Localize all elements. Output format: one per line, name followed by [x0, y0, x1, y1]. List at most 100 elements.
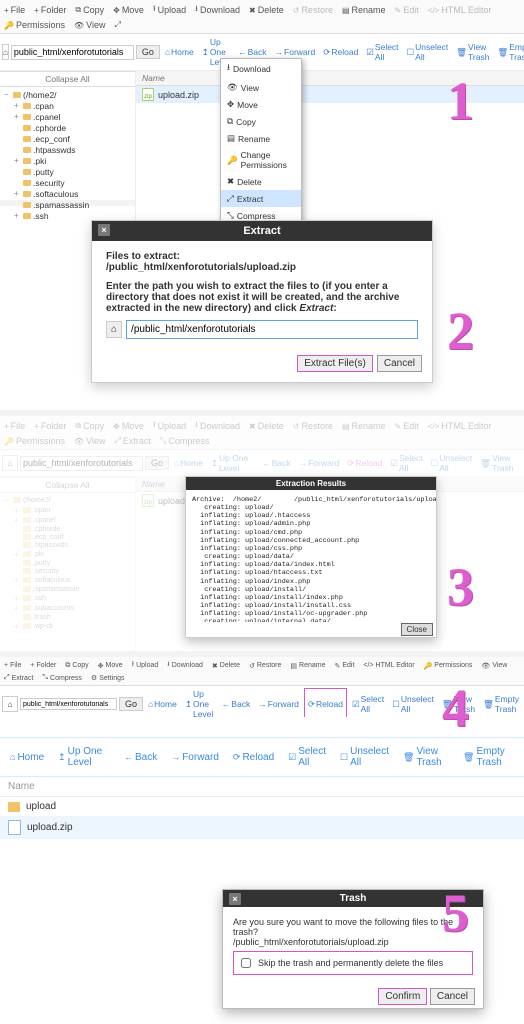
nav-reload[interactable]: ⟳Reload [320, 36, 361, 68]
tree-item[interactable]: .ecp_conf [4, 533, 131, 541]
tree-item[interactable]: +.ssh [4, 593, 131, 603]
trash-icon: 🗑 [456, 47, 467, 58]
file-button[interactable]: +File [0, 4, 29, 16]
results-title: Extraction Results [186, 477, 436, 490]
delete-button[interactable]: ✖Delete [245, 4, 288, 16]
rename-icon: ▤ [227, 133, 235, 144]
ctx-rename[interactable]: ▤Rename [221, 130, 301, 147]
close-icon[interactable]: × [229, 893, 241, 905]
nav-home-large[interactable]: ⌂Home [6, 744, 48, 770]
plus-icon: + [34, 6, 39, 15]
view-button[interactable]: 👁View [70, 19, 110, 31]
tree-item[interactable]: .spamassassin [4, 585, 131, 593]
upload-icon: ⭱ [153, 3, 156, 17]
tree-item[interactable]: .putty [4, 559, 131, 567]
skip-trash-checkbox[interactable] [241, 958, 251, 968]
nav-back-large[interactable]: ←Back [120, 744, 161, 770]
tree-item[interactable]: .security [4, 567, 131, 575]
nav-unselectall[interactable]: ☐Unselect All [404, 36, 452, 68]
extract-path-input[interactable] [126, 320, 418, 339]
edit-button: ✎Edit [391, 4, 423, 16]
go-button[interactable]: Go [136, 45, 160, 59]
tree-item[interactable]: −(/home2/ [4, 495, 131, 505]
tree-item[interactable]: +.wp-cli [4, 621, 131, 631]
home-icon: ⌂ [165, 47, 170, 57]
tree-item[interactable]: +.softaculous [4, 188, 131, 199]
nav-viewtrash-large[interactable]: 🗑View Trash [399, 744, 453, 770]
tree-item[interactable]: .htpasswds [4, 144, 131, 155]
close-icon[interactable]: × [98, 224, 110, 236]
folder-row[interactable]: upload [0, 797, 524, 816]
modal-title: × Extract [92, 221, 432, 241]
context-menu: ⭳Download 👁View ✥Move ⧉Copy ▤Rename 🔑Cha… [220, 58, 302, 225]
ctx-perm[interactable]: 🔑Change Permissions [221, 147, 301, 173]
step-1: +File +Folder ⧉Copy ✥Move ⭱Upload ⭳Downl… [0, 0, 524, 200]
uncheck-icon: ☐ [340, 752, 348, 763]
column-name-large[interactable]: Name [0, 777, 524, 797]
tree-item[interactable]: .cphorde [4, 122, 131, 133]
tree-item[interactable]: .trash [4, 613, 131, 621]
tree-item[interactable]: +.cpan [4, 100, 131, 111]
ctx-copy[interactable]: ⧉Copy [221, 113, 301, 130]
file-row-zip[interactable]: upload.zip [0, 816, 524, 839]
nav-home[interactable]: ⌂Home [162, 36, 197, 68]
tree-item[interactable]: +.softaculous [4, 575, 131, 585]
skip-trash-row[interactable]: Skip the trash and permanently delete th… [233, 951, 473, 975]
rename-button[interactable]: ▤Rename [338, 4, 390, 16]
zip-icon: zip [142, 88, 154, 101]
upload-button[interactable]: ⭱Upload [149, 2, 190, 18]
tree-item[interactable]: +.cpan [4, 505, 131, 515]
tree-item[interactable]: +.pki [4, 549, 131, 559]
copy-button[interactable]: ⧉Copy [71, 4, 108, 16]
nav-reload-large[interactable]: ⟳Reload [229, 744, 278, 770]
tree-item[interactable]: .security [4, 177, 131, 188]
download-icon: ⭳ [227, 62, 230, 76]
tree-item[interactable]: +.cpanel [4, 111, 131, 122]
tree-item[interactable]: −(/home2/ [4, 89, 131, 100]
top-toolbar: +File +Folder ⧉Copy ✥Move ⭱Upload ⭳Downl… [0, 0, 524, 34]
home-path-button[interactable]: ⌂ [2, 44, 9, 60]
check-icon: ☑ [366, 47, 374, 58]
nav-forward-large[interactable]: →Forward [167, 744, 223, 770]
folder-button[interactable]: +Folder [30, 4, 70, 16]
tree-item[interactable]: .spamassassin [4, 199, 131, 210]
extract-files-button[interactable]: Extract File(s) [297, 355, 373, 372]
tree-item[interactable]: +.pki [4, 155, 131, 166]
path-input[interactable] [11, 45, 134, 60]
tree-item[interactable]: .ecp_conf [4, 133, 131, 144]
permissions-button[interactable]: 🔑Permissions [0, 19, 69, 31]
trash-path: /public_html/xenforotutorials/upload.zip [233, 937, 473, 947]
download-button[interactable]: ⭳Download [191, 2, 244, 18]
extract-button[interactable]: ⤢ [111, 19, 125, 31]
ctx-download[interactable]: ⭳Download [221, 59, 301, 79]
confirm-button[interactable]: Confirm [378, 988, 427, 1005]
trash-question: Are you sure you want to move the follow… [233, 917, 473, 937]
nav-viewtrash[interactable]: 🗑View Trash [453, 36, 492, 68]
nav-selectall[interactable]: ☑Select All [363, 36, 401, 68]
tree-item[interactable]: +.subaccounts [4, 603, 131, 613]
nav-up-large[interactable]: ↥Up One Level [54, 744, 114, 770]
tree-item[interactable]: .htpasswds [4, 541, 131, 549]
nav-unselectall-large[interactable]: ☐Unselect All [336, 744, 393, 770]
cancel-button[interactable]: Cancel [377, 355, 422, 372]
move-button[interactable]: ✥Move [109, 4, 148, 16]
trash-icon: 🗑 [403, 752, 414, 763]
nav-emptytrash[interactable]: 🗑Empty Trash [494, 36, 524, 68]
nav-emptytrash-large[interactable]: 🗑Empty Trash [459, 744, 518, 770]
tree-item[interactable]: +.cpanel [4, 515, 131, 525]
path-home-icon[interactable]: ⌂ [106, 321, 122, 338]
tree-item[interactable]: .putty [4, 166, 131, 177]
forward-icon: → [275, 47, 284, 57]
ctx-move[interactable]: ✥Move [221, 96, 301, 113]
cancel-button[interactable]: Cancel [430, 988, 475, 1005]
extract-modal: × Extract Files to extract: /public_html… [91, 220, 433, 383]
ctx-delete[interactable]: ✖Delete [221, 173, 301, 190]
tree-item[interactable]: .cphorde [4, 525, 131, 533]
ctx-view[interactable]: 👁View [221, 79, 301, 96]
collapse-all[interactable]: Collapse All [0, 71, 135, 87]
ctx-extract[interactable]: ⤢Extract [221, 190, 301, 207]
plus-icon: + [4, 6, 9, 15]
close-button[interactable]: Close [401, 623, 433, 636]
back-icon: ← [124, 752, 133, 762]
nav-selectall-large[interactable]: ☑Select All [284, 744, 330, 770]
